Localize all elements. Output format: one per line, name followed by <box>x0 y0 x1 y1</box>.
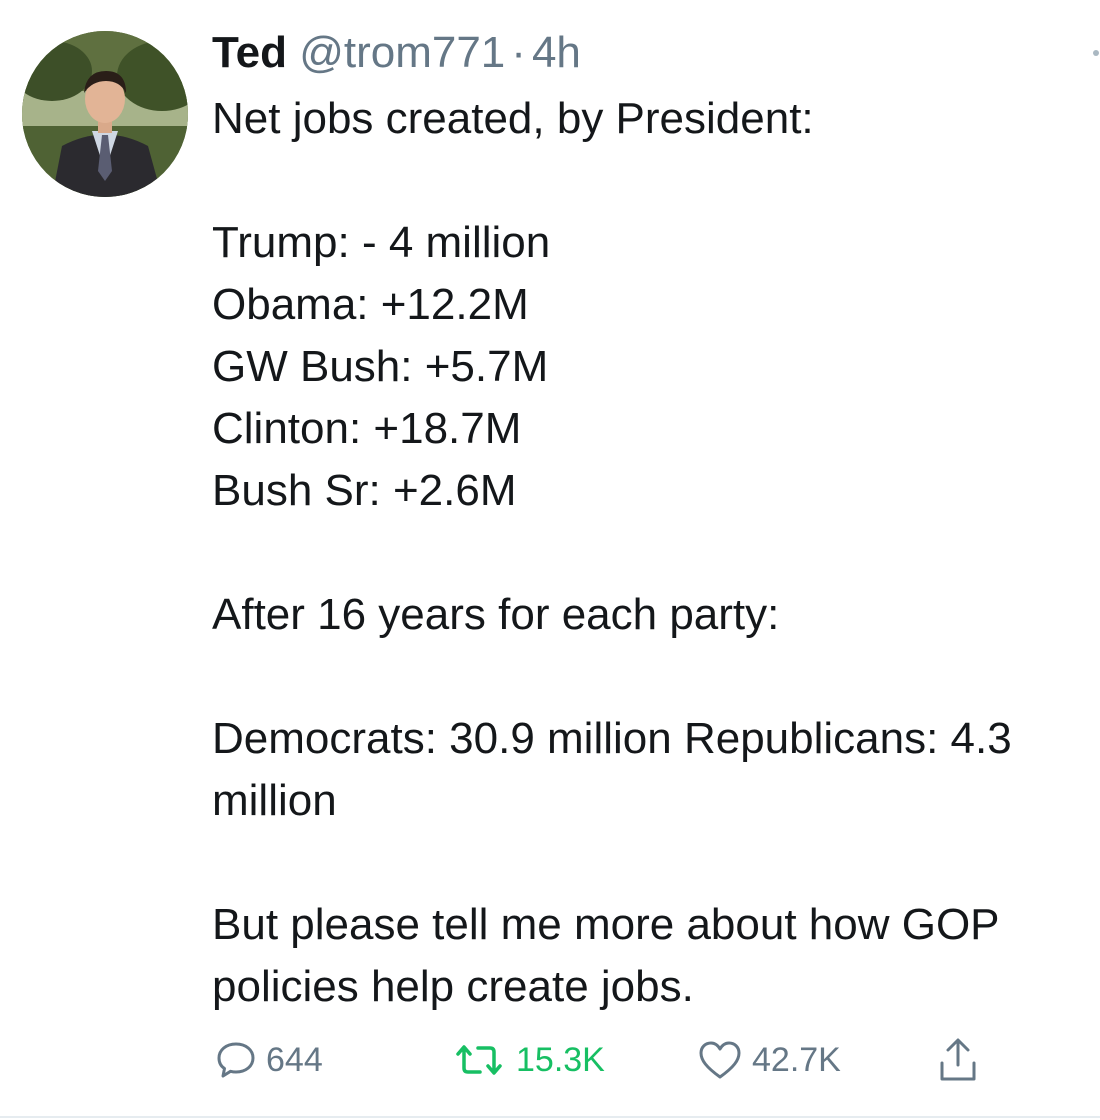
tweet-actions: 644 15.3K 42.7K <box>212 1032 1092 1088</box>
reply-count: 644 <box>266 1040 323 1079</box>
heart-icon <box>699 1041 741 1079</box>
tweet-line: Net jobs created, by President: <box>212 94 814 143</box>
retweet-icon <box>456 1045 502 1075</box>
chevron-down-icon[interactable] <box>1090 48 1100 58</box>
retweet-count: 15.3K <box>516 1040 605 1079</box>
tweet-line: GW Bush: +5.7M <box>212 342 549 391</box>
avatar[interactable] <box>22 31 188 197</box>
tweet-line: Bush Sr: +2.6M <box>212 466 517 515</box>
author-name[interactable]: Ted <box>212 28 287 77</box>
tweet-header: Ted @trom771 · 4h <box>212 26 581 80</box>
tweet[interactable]: Ted @trom771 · 4h Net jobs created, by Pre… <box>0 0 1100 1120</box>
like-button[interactable]: 42.7K <box>696 1032 841 1088</box>
header-separator: · <box>511 28 526 77</box>
divider <box>0 1116 1100 1118</box>
tweet-text: Net jobs created, by President: Trump: -… <box>212 88 1092 1018</box>
tweet-line: But please tell me more about how GOP po… <box>212 900 999 1011</box>
tweet-line: Clinton: +18.7M <box>212 404 522 453</box>
share-button[interactable] <box>934 1032 990 1088</box>
like-count: 42.7K <box>752 1040 841 1079</box>
tweet-line: Obama: +12.2M <box>212 280 529 329</box>
timestamp[interactable]: 4h <box>532 28 581 77</box>
reply-button[interactable]: 644 <box>214 1032 323 1088</box>
tweet-line: Trump: - 4 million <box>212 218 551 267</box>
avatar-photo <box>22 31 188 197</box>
comment-icon <box>217 1042 255 1078</box>
retweet-button[interactable]: 15.3K <box>450 1032 605 1088</box>
share-icon <box>940 1038 976 1081</box>
tweet-line: Democrats: 30.9 million Republicans: 4.3… <box>212 714 1012 825</box>
tweet-line: After 16 years for each party: <box>212 590 780 639</box>
author-handle[interactable]: @trom771 <box>299 28 505 77</box>
